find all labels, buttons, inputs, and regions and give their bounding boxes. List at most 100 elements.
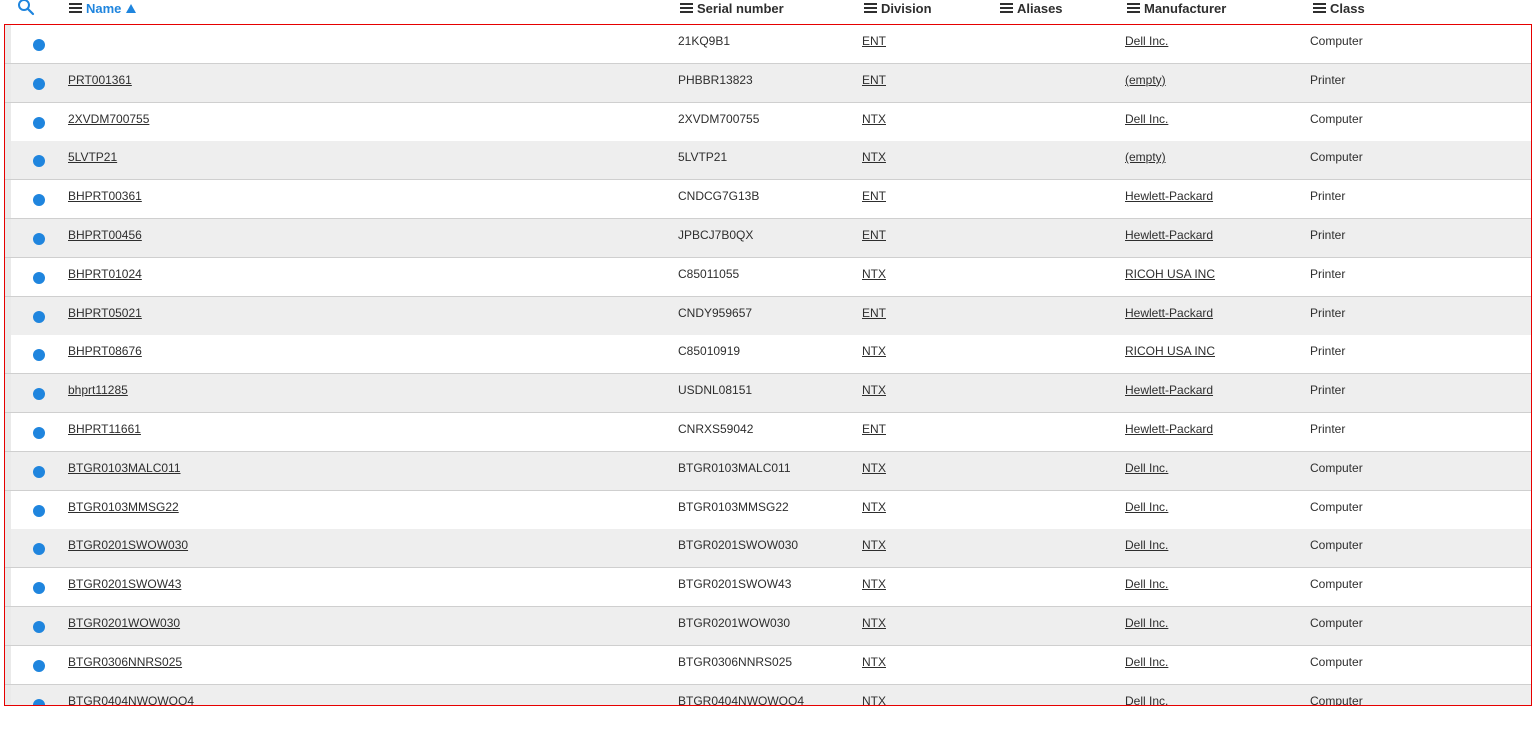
cell-serial-number: C85010919 <box>678 344 741 359</box>
cell-manufacturer[interactable]: Dell Inc. <box>1125 577 1168 591</box>
column-header-label: Serial number <box>697 0 784 16</box>
column-header-aliases[interactable]: Aliases <box>1000 0 1063 16</box>
column-menu-icon[interactable] <box>1313 3 1326 13</box>
column-header-name[interactable]: Name <box>69 0 137 16</box>
table-row[interactable]: BTGR0404NWOWOO4 BTGR0404NWOWOO4 NTX Dell In… <box>5 684 1531 705</box>
cell-name[interactable]: bhprt11285 <box>68 383 128 397</box>
table-row[interactable]: 2XVDM700755 2XVDM700755 NTX Dell Inc. Comput… <box>5 102 1531 142</box>
cell-division[interactable]: NTX <box>862 538 886 552</box>
cell-manufacturer[interactable]: RICOH USA INC <box>1125 267 1215 281</box>
cell-name[interactable]: BHPRT00361 <box>68 189 142 203</box>
table-row[interactable]: BTGR0103MALC011 BTGR0103MALC011 NTX Dell In… <box>5 451 1531 491</box>
cell-serial-number: USDNL08151 <box>678 383 753 398</box>
table-row[interactable]: bhprt11285 USDNL08151 NTX Hewlett-Packard Pr… <box>5 374 1531 414</box>
cell-division[interactable]: ENT <box>862 228 886 242</box>
cell-division[interactable]: NTX <box>862 112 886 126</box>
cell-division[interactable]: NTX <box>862 344 886 358</box>
cell-division[interactable]: ENT <box>862 34 886 48</box>
cell-division[interactable]: ENT <box>862 306 886 320</box>
table-row[interactable]: BHPRT01024 C85011055 NTX RICOH USA INC Print… <box>5 257 1531 297</box>
cell-name[interactable]: PRT001361 <box>68 73 132 87</box>
cell-manufacturer[interactable]: Dell Inc. <box>1125 616 1168 630</box>
cell-manufacturer[interactable]: Dell Inc. <box>1125 500 1168 514</box>
table-row[interactable]: BTGR0306NNRS025 BTGR0306NNRS025 NTX Dell In… <box>5 645 1531 685</box>
column-header-manufacturer[interactable]: Manufacturer <box>1127 0 1226 16</box>
cell-manufacturer[interactable]: Hewlett-Packard <box>1125 189 1213 203</box>
cell-division[interactable]: NTX <box>862 267 886 281</box>
cell-name[interactable]: BHPRT08676 <box>68 344 142 358</box>
status-dot-icon <box>33 194 45 207</box>
table-row[interactable]: BTGR0201SWOW43 BTGR0201SWOW43 NTX Dell Inc.… <box>5 568 1531 608</box>
cell-manufacturer[interactable]: Dell Inc. <box>1125 34 1168 48</box>
table-row[interactable]: BHPRT11661 CNRXS59042 ENT Hewlett-Packard Pr… <box>5 413 1531 452</box>
cell-division[interactable]: NTX <box>862 500 886 514</box>
cell-manufacturer[interactable]: Dell Inc. <box>1125 694 1168 705</box>
column-menu-icon[interactable] <box>69 3 82 13</box>
status-dot-icon <box>33 310 45 323</box>
status-dot-icon <box>33 659 45 672</box>
cell-manufacturer[interactable]: Hewlett-Packard <box>1125 383 1213 397</box>
table-row[interactable]: PRT001361 PHBBR13823 ENT (empty) Printer <box>5 63 1531 103</box>
cell-manufacturer[interactable]: Dell Inc. <box>1125 461 1168 475</box>
table-row[interactable]: 5LVTP21 5LVTP21 NTX (empty) Computer <box>5 141 1531 181</box>
cell-division[interactable]: ENT <box>862 422 886 436</box>
cell-class: Computer <box>1310 616 1363 630</box>
table-row[interactable]: BTGR0103MMSG22 BTGR0103MMSG22 NTX Dell Inc.… <box>5 490 1531 530</box>
table-row[interactable]: BTGR0201WOW030 BTGR0201WOW030 NTX Dell Inc.… <box>5 607 1531 646</box>
cell-division[interactable]: NTX <box>862 577 886 591</box>
table-row[interactable]: BHPRT00456 JPBCJ7B0QX ENT Hewlett-Packard Pr… <box>5 219 1531 258</box>
cell-division[interactable]: NTX <box>862 150 886 164</box>
cell-division[interactable]: NTX <box>862 655 886 669</box>
cell-division[interactable]: ENT <box>862 73 886 87</box>
cell-manufacturer[interactable]: RICOH USA INC <box>1125 344 1215 358</box>
table-row[interactable]: BHPRT05021 CNDY959657 ENT Hewlett-Packard Pr… <box>5 296 1531 336</box>
cell-name[interactable]: BTGR0103MALC011 <box>68 461 181 475</box>
cell-manufacturer[interactable]: Dell Inc. <box>1125 112 1168 126</box>
cell-name[interactable]: BHPRT00456 <box>68 228 142 242</box>
cell-name[interactable]: BTGR0201SWOW030 <box>68 538 188 552</box>
row-left-stripe <box>5 141 11 180</box>
cell-name[interactable]: BTGR0201SWOW43 <box>68 577 181 591</box>
cell-serial-number: 21KQ9B1 <box>678 34 731 48</box>
cell-name[interactable]: BTGR0404NWOWOO4 <box>68 694 194 705</box>
column-header-class[interactable]: Class <box>1313 0 1365 16</box>
column-menu-icon[interactable] <box>680 3 693 13</box>
table-row[interactable]: BHPRT00361 CNDCG7G13B ENT Hewlett-Packard Pr… <box>5 180 1531 220</box>
cell-name[interactable]: BTGR0201WOW030 <box>68 616 180 630</box>
cell-name[interactable]: BHPRT05021 <box>68 306 142 320</box>
row-left-stripe <box>5 490 11 529</box>
row-left-stripe <box>5 374 11 413</box>
cell-manufacturer[interactable]: (empty) <box>1125 73 1166 87</box>
cell-name[interactable]: BHPRT11661 <box>68 422 141 436</box>
column-header-division[interactable]: Division <box>864 0 932 16</box>
cell-serial-number: CNDY959657 <box>678 305 753 320</box>
cell-division[interactable]: NTX <box>862 616 886 630</box>
cell-division[interactable]: NTX <box>862 694 886 705</box>
cell-name[interactable]: 2XVDM700755 <box>68 112 149 126</box>
cell-division[interactable]: NTX <box>862 461 886 475</box>
column-menu-icon[interactable] <box>1000 3 1013 13</box>
column-header-serial-number[interactable]: Serial number <box>680 0 784 16</box>
cell-name[interactable]: BTGR0103MMSG22 <box>68 500 179 514</box>
cell-name[interactable]: BTGR0306NNRS025 <box>68 655 182 669</box>
column-menu-icon[interactable] <box>864 3 877 13</box>
cell-manufacturer[interactable]: Hewlett-Packard <box>1125 306 1213 320</box>
cell-class: Printer <box>1310 305 1346 320</box>
cell-manufacturer[interactable]: Dell Inc. <box>1125 538 1168 552</box>
table-row[interactable]: BHPRT08676 C85010919 NTX RICOH USA INC Print… <box>5 335 1531 375</box>
status-dot-icon <box>33 77 45 90</box>
search-icon[interactable] <box>17 0 35 16</box>
cell-manufacturer[interactable]: (empty) <box>1125 150 1166 164</box>
cell-division[interactable]: ENT <box>862 189 886 203</box>
cell-manufacturer[interactable]: Hewlett-Packard <box>1125 422 1213 436</box>
cell-name[interactable]: BHPRT01024 <box>68 267 142 281</box>
cell-serial-number: 2XVDM700755 <box>678 111 760 126</box>
cell-division[interactable]: NTX <box>862 383 886 397</box>
cell-manufacturer[interactable]: Hewlett-Packard <box>1125 228 1213 242</box>
column-menu-icon[interactable] <box>1127 3 1140 13</box>
cell-manufacturer[interactable]: Dell Inc. <box>1125 655 1168 669</box>
cell-class: Printer <box>1310 228 1346 242</box>
cell-name[interactable]: 5LVTP21 <box>68 150 117 164</box>
table-row[interactable]: BTGR0201SWOW030 BTGR0201SWOW030 NTX Dell In… <box>5 529 1531 569</box>
table-row[interactable]: 21KQ9B1 ENT Dell Inc. Computer <box>5 25 1531 64</box>
